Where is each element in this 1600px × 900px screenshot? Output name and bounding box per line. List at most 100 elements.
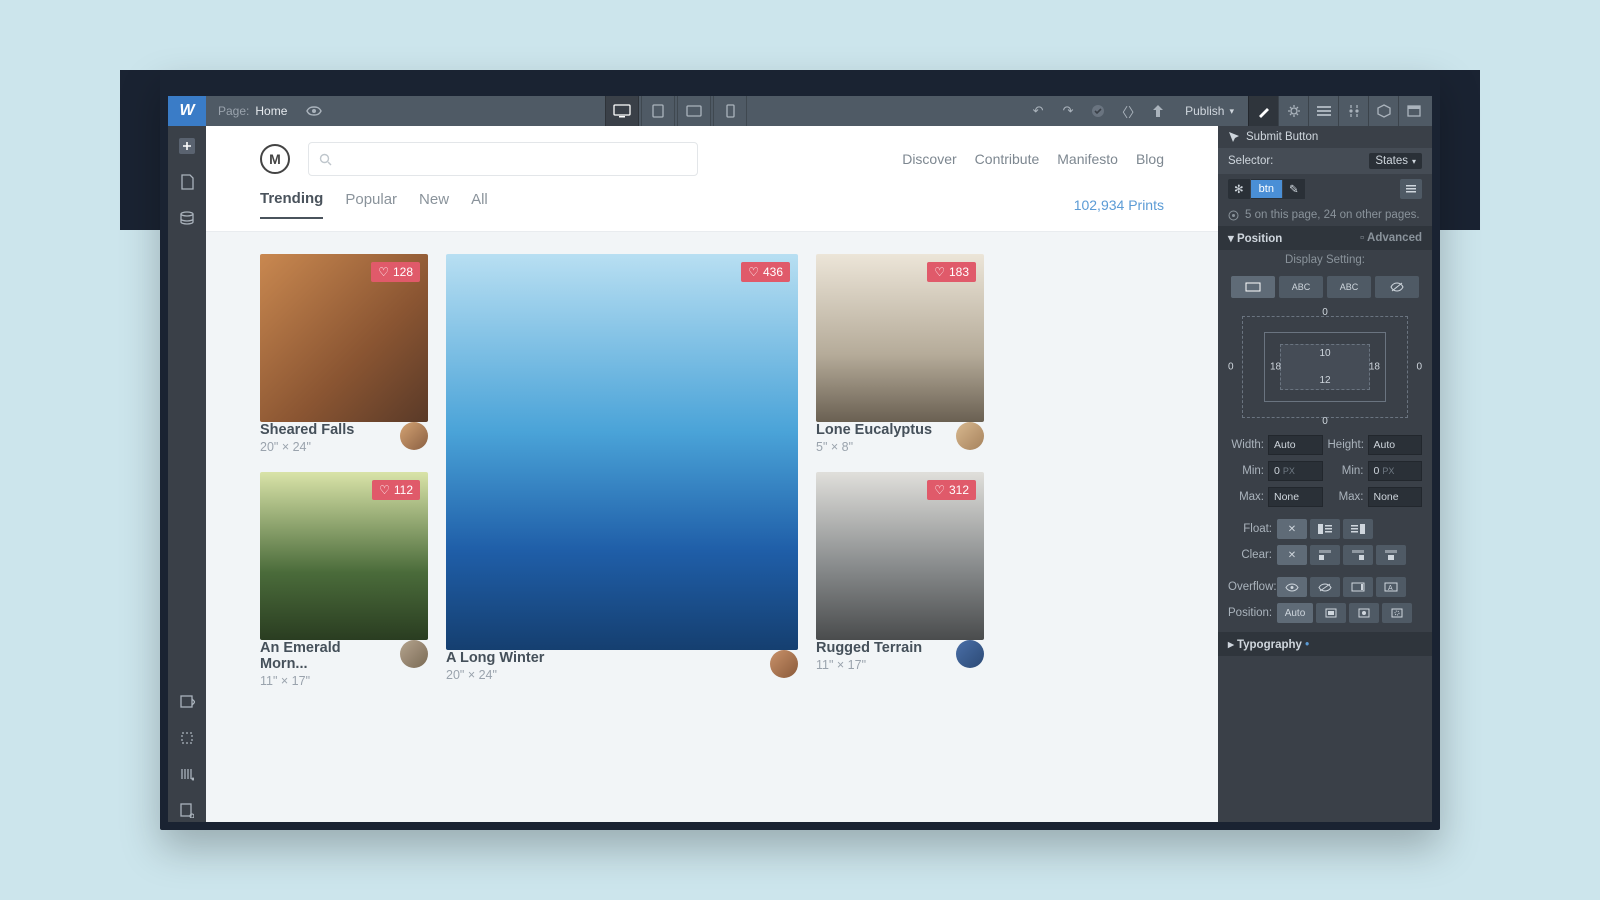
device-tablet-landscape-button[interactable] <box>677 96 711 126</box>
tab-layout-icon[interactable] <box>1308 96 1338 126</box>
display-block-button[interactable] <box>1231 276 1275 298</box>
position-auto-button[interactable]: Auto <box>1277 603 1313 623</box>
card-title[interactable]: Rugged Terrain <box>816 640 948 656</box>
position-absolute-button[interactable] <box>1349 603 1379 623</box>
selection-icon[interactable] <box>175 726 199 750</box>
clear-none-button[interactable]: ✕ <box>1277 545 1307 565</box>
page-name[interactable]: Home <box>255 104 287 118</box>
pages-icon[interactable] <box>175 170 199 194</box>
like-badge[interactable]: ♡ 112 <box>372 480 420 500</box>
selector-input[interactable]: ✻ btn ✎ <box>1228 179 1306 199</box>
tab-new[interactable]: New <box>419 191 449 218</box>
tab-settings-icon[interactable] <box>1278 96 1308 126</box>
undo-icon[interactable]: ↶ <box>1025 96 1051 126</box>
min-width-input[interactable]: 0PX <box>1268 461 1323 481</box>
position-fixed-button[interactable] <box>1382 603 1412 623</box>
card-dims: 20" × 24" <box>260 440 392 454</box>
selector-all-icon[interactable]: ✻ <box>1228 179 1251 199</box>
selector-class[interactable]: btn <box>1251 180 1283 198</box>
selector-menu-icon[interactable] <box>1400 179 1422 199</box>
card-title[interactable]: An Emerald Morn... <box>260 640 392 672</box>
clear-both-button[interactable] <box>1376 545 1406 565</box>
code-icon[interactable]: 〈〉 <box>1115 96 1141 126</box>
navigator-icon[interactable] <box>175 690 199 714</box>
search-input[interactable] <box>308 142 698 176</box>
nav-manifesto[interactable]: Manifesto <box>1057 151 1118 167</box>
max-width-input[interactable]: None <box>1268 487 1323 507</box>
tab-interactions-icon[interactable] <box>1338 96 1368 126</box>
app-logo[interactable]: W <box>168 96 206 126</box>
avatar[interactable] <box>956 422 984 450</box>
selector-label: Selector: <box>1228 155 1273 167</box>
float-right-button[interactable] <box>1343 519 1373 539</box>
tab-assets-icon[interactable] <box>1368 96 1398 126</box>
overflow-visible-button[interactable] <box>1277 577 1307 597</box>
overflow-scroll-button[interactable] <box>1343 577 1373 597</box>
max-height-input[interactable]: None <box>1368 487 1423 507</box>
card-image[interactable]: ♡ 183 <box>816 254 984 422</box>
card-title[interactable]: Sheared Falls <box>260 422 392 438</box>
float-left-button[interactable] <box>1310 519 1340 539</box>
device-mobile-button[interactable] <box>713 96 747 126</box>
publish-button[interactable]: Publish▾ <box>1175 96 1244 126</box>
tab-popular[interactable]: Popular <box>345 191 397 218</box>
like-badge[interactable]: ♡ 436 <box>741 262 790 282</box>
tab-trending[interactable]: Trending <box>260 190 323 219</box>
like-badge[interactable]: ♡ 128 <box>371 262 420 282</box>
display-inlineblock-button[interactable]: ABC <box>1279 276 1323 298</box>
display-none-button[interactable] <box>1375 276 1419 298</box>
like-badge[interactable]: ♡ 183 <box>927 262 976 282</box>
position-relative-button[interactable] <box>1316 603 1346 623</box>
export-icon[interactable] <box>1145 96 1171 126</box>
add-element-icon[interactable] <box>175 134 199 158</box>
tab-style-icon[interactable] <box>1248 96 1278 126</box>
device-tablet-button[interactable] <box>641 96 675 126</box>
avatar[interactable] <box>400 640 428 668</box>
card-title[interactable]: Lone Eucalyptus <box>816 422 948 438</box>
display-inline-button[interactable]: ABC <box>1327 276 1371 298</box>
width-input[interactable]: Auto <box>1268 435 1323 455</box>
audit-icon[interactable] <box>175 762 199 786</box>
nav-discover[interactable]: Discover <box>902 151 956 167</box>
avatar[interactable] <box>770 650 798 678</box>
card-image[interactable]: ♡ 128 <box>260 254 428 422</box>
tab-all[interactable]: All <box>471 191 488 218</box>
avatar[interactable] <box>956 640 984 668</box>
section-typography-header[interactable]: ▸ Typography • <box>1228 637 1309 651</box>
section-position-header[interactable]: ▾ Position <box>1228 231 1282 245</box>
cms-icon[interactable] <box>175 206 199 230</box>
nav-contribute[interactable]: Contribute <box>975 151 1040 167</box>
avatar[interactable] <box>400 422 428 450</box>
card-dims: 20" × 24" <box>446 668 762 682</box>
device-desktop-button[interactable] <box>605 96 639 126</box>
preview-icon[interactable] <box>301 96 327 126</box>
redo-icon[interactable]: ↷ <box>1055 96 1081 126</box>
help-icon[interactable] <box>175 798 199 822</box>
card-image[interactable]: ♡ 436 <box>446 254 798 650</box>
box-model[interactable]: 0 0 0 0 10 12 18 18 <box>1228 308 1422 426</box>
states-dropdown[interactable]: States ▾ <box>1369 153 1422 169</box>
overflow-hidden-button[interactable] <box>1310 577 1340 597</box>
clear-right-button[interactable] <box>1343 545 1373 565</box>
float-none-button[interactable]: ✕ <box>1277 519 1307 539</box>
selector-edit-icon[interactable]: ✎ <box>1283 179 1306 199</box>
topbar-right: ↶ ↷ 〈〉 Publish▾ <box>1025 96 1432 126</box>
height-input[interactable]: Auto <box>1368 435 1423 455</box>
filter-tabs: Trending Popular New All 102,934 Prints <box>206 176 1218 232</box>
page-label: Page: <box>206 104 255 118</box>
tab-cms-icon[interactable] <box>1398 96 1428 126</box>
card-title[interactable]: A Long Winter <box>446 650 762 666</box>
check-icon[interactable] <box>1085 96 1111 126</box>
cursor-icon <box>1228 131 1240 143</box>
card-image[interactable]: ♡ 312 <box>816 472 984 640</box>
card-image[interactable]: ♡ 112 <box>260 472 428 640</box>
overflow-auto-button[interactable]: A <box>1376 577 1406 597</box>
sidepanel-tabs <box>1248 96 1428 126</box>
clear-left-button[interactable] <box>1310 545 1340 565</box>
nav-blog[interactable]: Blog <box>1136 151 1164 167</box>
advanced-toggle[interactable]: ▫ Advanced <box>1360 232 1422 244</box>
design-canvas[interactable]: M Discover Contribute Manifesto Blog Tre… <box>206 126 1218 822</box>
min-height-input[interactable]: 0PX <box>1368 461 1423 481</box>
site-logo[interactable]: M <box>260 144 290 174</box>
like-badge[interactable]: ♡ 312 <box>927 480 976 500</box>
